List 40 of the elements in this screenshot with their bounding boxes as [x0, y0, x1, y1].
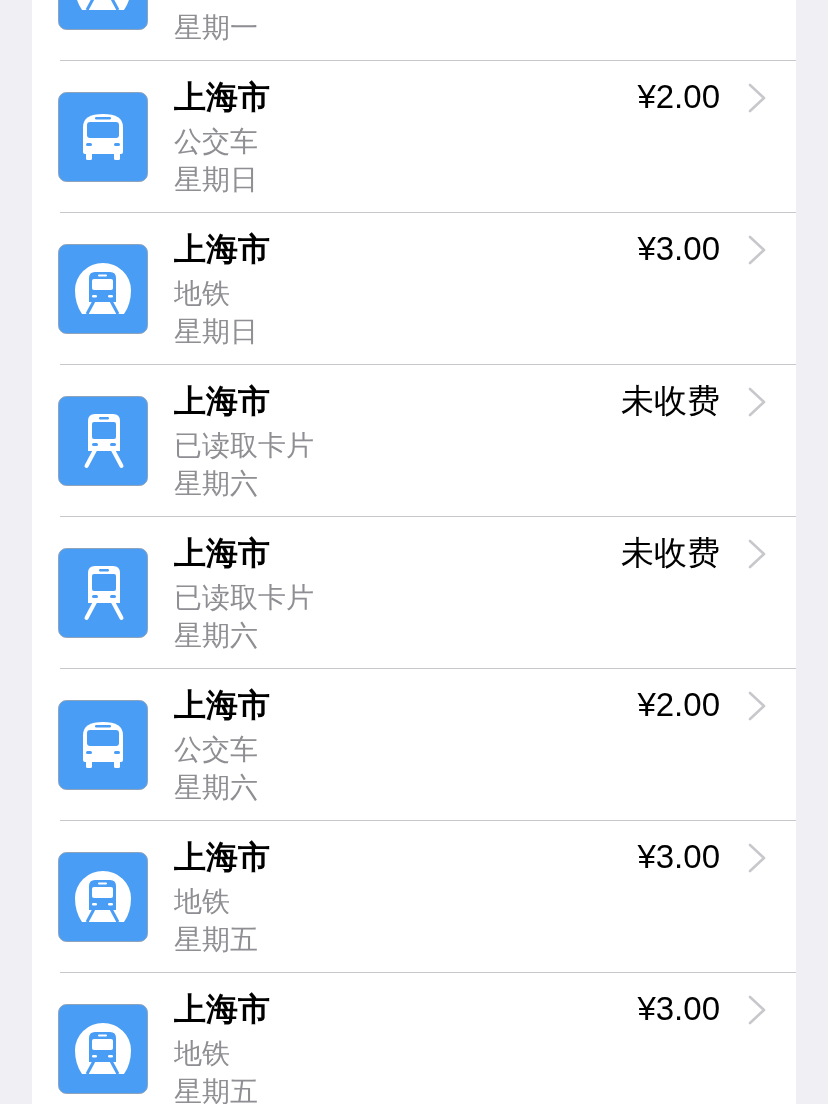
transit-type: 已读取卡片	[174, 583, 314, 613]
chevron-right-icon	[748, 387, 766, 417]
chevron-right-icon	[748, 691, 766, 721]
bus-icon	[58, 92, 148, 182]
weekday-label: 星期日	[174, 168, 259, 192]
city-title: 上海市	[174, 839, 270, 875]
train-tunnel-icon	[58, 244, 148, 334]
transit-type: 已读取卡片	[174, 431, 314, 461]
city-title: 上海市	[174, 383, 271, 419]
city-title: 上海市	[174, 535, 271, 571]
city-title: 上海市	[174, 687, 270, 723]
transit-type: 地铁	[174, 887, 231, 917]
chevron-right-icon	[748, 843, 766, 873]
city-title: 上海市	[174, 231, 270, 267]
chevron-right-icon	[748, 995, 766, 1025]
chevron-right-icon	[748, 539, 766, 569]
city-title: 上海市	[174, 991, 270, 1027]
transit-type: 公交车	[174, 127, 259, 157]
amount-label: 未收费	[621, 535, 720, 571]
amount-label: ¥2.00	[637, 79, 720, 115]
amount-label: 未收费	[621, 383, 720, 419]
weekday-label: 星期一	[174, 16, 258, 40]
amount-label: ¥3.00	[637, 839, 720, 875]
train-icon	[58, 548, 148, 638]
amount-label: ¥2.00	[637, 687, 720, 723]
bus-icon	[58, 700, 148, 790]
transit-type: 地铁	[174, 279, 231, 309]
transit-type: 地铁	[174, 1039, 231, 1069]
weekday-label: 星期五	[174, 1080, 259, 1104]
train-tunnel-icon	[58, 1004, 148, 1094]
amount-label: ¥3.00	[637, 231, 720, 267]
train-tunnel-icon	[58, 852, 148, 942]
city-title: 上海市	[174, 79, 270, 115]
amount-label: ¥3.00	[637, 991, 720, 1027]
chevron-right-icon	[748, 83, 766, 113]
weekday-label: 星期五	[174, 928, 259, 952]
transit-type: 公交车	[174, 735, 259, 765]
train-icon	[58, 396, 148, 486]
chevron-right-icon	[748, 235, 766, 265]
weekday-label: 星期日	[174, 320, 259, 344]
